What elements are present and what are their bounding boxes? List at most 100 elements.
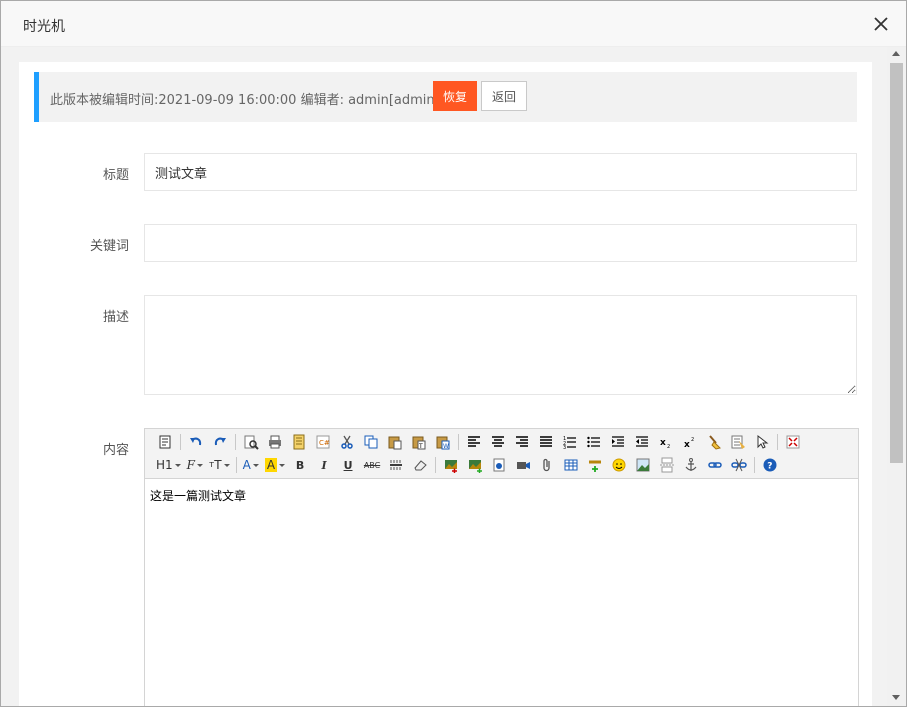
- cut-icon[interactable]: [335, 432, 359, 452]
- font-combo-label: F: [186, 458, 195, 472]
- vertical-scrollbar[interactable]: [887, 47, 906, 706]
- toolbar-separator: [435, 457, 437, 473]
- toolbar-separator: [458, 434, 459, 450]
- version-notice: 此版本被编辑时间:2021-09-09 16:00:00 编辑者: admin[…: [34, 72, 857, 122]
- italic-button[interactable]: I: [312, 455, 336, 475]
- clear-format-icon[interactable]: [702, 432, 726, 452]
- paste-icon[interactable]: [383, 432, 407, 452]
- page-break-icon[interactable]: [655, 455, 679, 475]
- multi-image-icon[interactable]: [463, 455, 487, 475]
- indent-icon[interactable]: [606, 432, 630, 452]
- pointer-icon[interactable]: [750, 432, 774, 452]
- align-left-icon[interactable]: [462, 432, 486, 452]
- ordered-list-icon[interactable]: 123: [558, 432, 582, 452]
- eraser-icon[interactable]: [408, 455, 432, 475]
- rich-text-editor: C# T W 123 x2 x2 H1 F т T A A B I U ABC …: [144, 428, 859, 706]
- insert-row-icon[interactable]: [583, 455, 607, 475]
- image-gallery-icon[interactable]: [631, 455, 655, 475]
- redo-icon[interactable]: [208, 432, 232, 452]
- content-label: 内容: [102, 443, 129, 458]
- toolbar-separator: [777, 434, 778, 450]
- back-button[interactable]: 返回: [481, 81, 527, 111]
- editor-content-area[interactable]: 这是一篇测试文章: [145, 479, 858, 706]
- size-combo-label: T: [214, 458, 222, 472]
- outdent-icon[interactable]: [630, 432, 654, 452]
- svg-text:x: x: [660, 438, 666, 448]
- svg-text:2: 2: [691, 437, 694, 443]
- toolbar-separator: [180, 434, 181, 450]
- superscript-icon[interactable]: x2: [678, 432, 702, 452]
- paste-word-icon[interactable]: W: [431, 432, 455, 452]
- font-color-dropdown[interactable]: A: [240, 455, 262, 475]
- editor-toolbar: C# T W 123 x2 x2 H1 F т T A A B I U ABC …: [145, 429, 858, 479]
- preview-icon[interactable]: [239, 432, 263, 452]
- copy-icon[interactable]: [359, 432, 383, 452]
- anchor-icon[interactable]: [679, 455, 703, 475]
- source-icon[interactable]: [153, 432, 177, 452]
- chevron-down-icon: [252, 463, 259, 467]
- keywords-input[interactable]: [144, 224, 857, 262]
- svg-text:T: T: [418, 443, 423, 450]
- subscript-icon[interactable]: x2: [654, 432, 678, 452]
- heading-combo-label: H1: [156, 458, 173, 472]
- chevron-down-icon: [197, 463, 203, 467]
- version-info-text: 此版本被编辑时间:2021-09-09 16:00:00 编辑者: admin[…: [50, 93, 440, 108]
- table-icon[interactable]: [559, 455, 583, 475]
- heading-dropdown[interactable]: H1: [153, 455, 184, 475]
- toolbar-separator: [235, 457, 237, 473]
- attachment-icon[interactable]: [535, 455, 559, 475]
- paste-text-icon[interactable]: T: [407, 432, 431, 452]
- description-textarea[interactable]: [144, 295, 857, 395]
- unlink-icon[interactable]: [727, 455, 751, 475]
- code-icon[interactable]: C#: [311, 432, 335, 452]
- template-icon[interactable]: [287, 432, 311, 452]
- select-all-icon[interactable]: [726, 432, 750, 452]
- flash-icon[interactable]: [487, 455, 511, 475]
- align-right-icon[interactable]: [510, 432, 534, 452]
- horizontal-rule-icon[interactable]: [384, 455, 408, 475]
- font-size-dropdown[interactable]: тT: [206, 455, 233, 475]
- highlight-color-label: A: [264, 458, 278, 472]
- unordered-list-icon[interactable]: [582, 432, 606, 452]
- font-color-label: A: [242, 458, 251, 472]
- svg-text:x: x: [684, 440, 690, 450]
- description-label: 描述: [102, 310, 129, 325]
- title-label: 标题: [102, 168, 129, 183]
- chevron-down-icon: [174, 463, 181, 467]
- font-family-dropdown[interactable]: F: [184, 455, 206, 475]
- video-icon[interactable]: [511, 455, 535, 475]
- help-icon[interactable]: ?: [758, 455, 782, 475]
- insert-image-icon[interactable]: [439, 455, 463, 475]
- fullscreen-icon[interactable]: [781, 432, 805, 452]
- link-icon[interactable]: [703, 455, 727, 475]
- scroll-thumb[interactable]: [890, 63, 903, 463]
- underline-button[interactable]: U: [336, 455, 360, 475]
- align-center-icon[interactable]: [486, 432, 510, 452]
- strikethrough-button[interactable]: ABC: [360, 455, 384, 475]
- close-icon[interactable]: [872, 15, 890, 33]
- restore-button[interactable]: 恢复: [433, 81, 477, 111]
- highlight-color-dropdown[interactable]: A: [262, 455, 288, 475]
- print-icon[interactable]: [263, 432, 287, 452]
- svg-text:?: ?: [767, 462, 772, 472]
- keywords-label: 关键词: [89, 239, 129, 254]
- toolbar-separator: [754, 457, 756, 473]
- svg-text:C#: C#: [319, 439, 330, 447]
- svg-text:W: W: [443, 443, 449, 450]
- undo-icon[interactable]: [184, 432, 208, 452]
- title-input[interactable]: [144, 153, 857, 191]
- dialog-header: 时光机: [1, 1, 906, 47]
- scroll-down-arrow-icon[interactable]: [892, 695, 900, 700]
- toolbar-row-1: C# T W 123 x2 x2: [153, 431, 805, 453]
- time-machine-dialog: 时光机 此版本被编辑时间:2021-09-09 16:00:00 编辑者: ad…: [0, 0, 907, 707]
- svg-text:3: 3: [563, 445, 566, 450]
- dialog-title: 时光机: [23, 19, 65, 35]
- chevron-down-icon: [223, 463, 230, 467]
- toolbar-row-2: H1 F тT A A B I U ABC ?: [153, 454, 782, 476]
- scroll-up-arrow-icon[interactable]: [892, 51, 900, 56]
- bold-button[interactable]: B: [288, 455, 312, 475]
- emoticon-icon[interactable]: [607, 455, 631, 475]
- align-justify-icon[interactable]: [534, 432, 558, 452]
- svg-text:2: 2: [667, 444, 670, 450]
- chevron-down-icon: [279, 463, 286, 467]
